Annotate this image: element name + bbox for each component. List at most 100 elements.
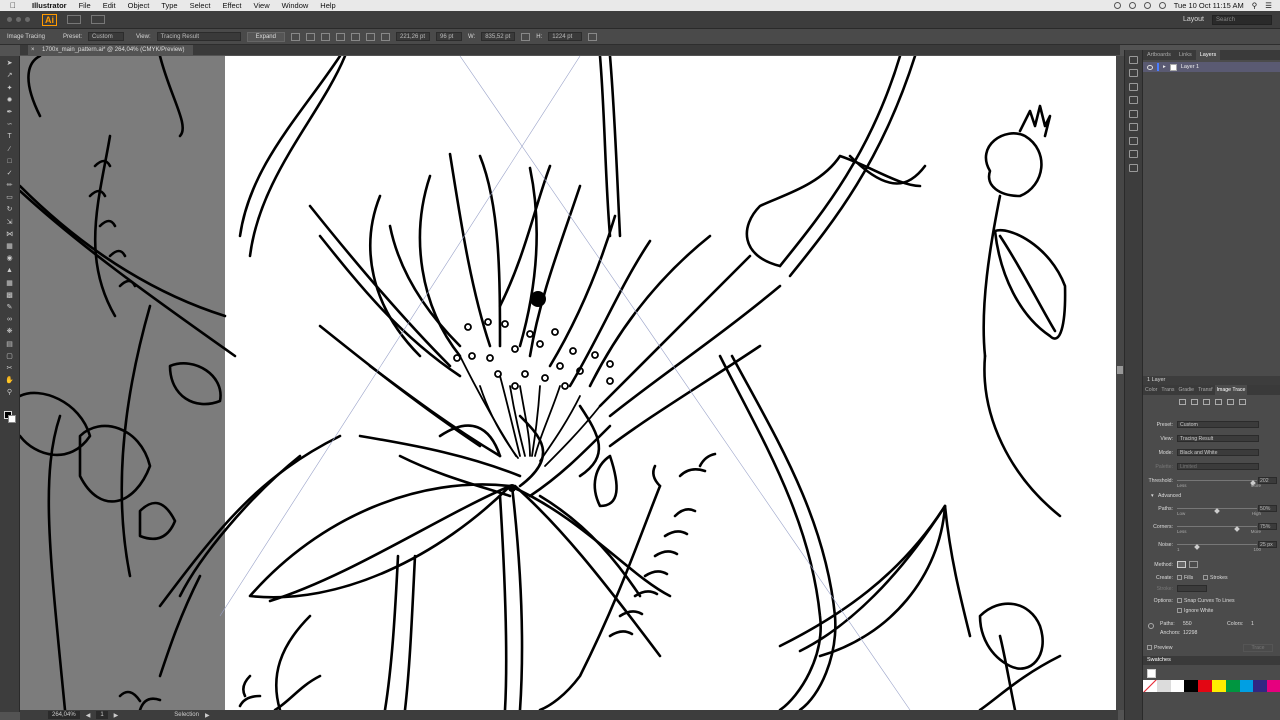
document-canvas[interactable] [20, 56, 1118, 710]
advanced-label[interactable]: Advanced [1158, 493, 1181, 499]
canvas-vertical-scrollbar[interactable] [1116, 56, 1124, 710]
swatch-cyan[interactable] [1239, 680, 1254, 692]
menu-edit[interactable]: Edit [103, 1, 116, 10]
artboard-next-icon[interactable]: ▶ [114, 712, 119, 719]
trace-mode-select[interactable]: Black and White [1177, 449, 1259, 456]
volume-icon[interactable] [1158, 2, 1166, 9]
constrain-proportions-icon[interactable] [521, 32, 531, 41]
swatch-blue[interactable] [1253, 680, 1268, 692]
workspace-switcher[interactable]: Layout [1183, 16, 1204, 23]
visibility-eye-icon[interactable] [1147, 64, 1153, 70]
selection-tool-icon[interactable]: ➤ [4, 59, 16, 68]
method-abutting-icon[interactable] [1177, 561, 1186, 568]
width-field[interactable]: 835,52 pt [481, 32, 516, 41]
expand-button[interactable]: Expand [246, 31, 285, 42]
swatch-yellow[interactable] [1211, 680, 1226, 692]
notifications-icon[interactable]: ☰ [1265, 1, 1272, 10]
align-middle-icon[interactable] [350, 32, 360, 41]
artboard-prev-icon[interactable]: ◀ [86, 712, 91, 719]
align-bottom-icon[interactable] [365, 32, 375, 41]
properties-icon[interactable] [1129, 55, 1138, 64]
perspective-grid-tool-icon[interactable]: ▲ [4, 266, 16, 275]
rotate-tool-icon[interactable]: ↻ [4, 205, 16, 214]
brushes-icon[interactable] [1129, 96, 1138, 104]
pathfinder-icon[interactable] [1129, 163, 1138, 172]
advanced-toggle-row[interactable]: ▾ Advanced [1143, 492, 1280, 501]
type-tool-icon[interactable]: T [4, 132, 16, 141]
mesh-tool-icon[interactable]: ▦ [4, 279, 16, 288]
preview-checkbox[interactable]: Preview [1147, 645, 1172, 651]
align-right-icon[interactable] [320, 32, 330, 41]
menu-effect[interactable]: Effect [222, 1, 241, 10]
menu-view[interactable]: View [253, 1, 269, 10]
apple-icon[interactable]:  [10, 1, 20, 10]
trace-view-select[interactable]: Tracing Result [1177, 435, 1259, 442]
tab-image-trace[interactable]: Image Trace [1214, 385, 1248, 395]
swatch-black[interactable] [1184, 680, 1199, 692]
pencil-tool-icon[interactable]: ✏ [4, 181, 16, 190]
curvature-tool-icon[interactable]: ∽ [4, 120, 16, 129]
create-strokes-checkbox[interactable]: Strokes [1203, 575, 1228, 581]
search-adobe-stock-input[interactable]: Search [1212, 14, 1272, 25]
blend-tool-icon[interactable]: ∞ [4, 315, 16, 324]
close-tab-icon[interactable]: × [31, 45, 35, 55]
zoom-level-field[interactable]: 264,04% [48, 711, 80, 719]
shape-builder-tool-icon[interactable]: ◉ [4, 254, 16, 263]
menu-app-name[interactable]: Illustrator [32, 1, 67, 10]
swatch-registration[interactable] [1156, 680, 1171, 692]
align-center-icon[interactable] [305, 32, 315, 41]
minimize-window-button[interactable] [16, 17, 21, 22]
artboard-tool-icon[interactable]: ▢ [4, 352, 16, 361]
corners-slider[interactable] [1177, 526, 1257, 532]
fill-stroke-control[interactable] [4, 411, 16, 423]
zoom-window-button[interactable] [25, 17, 30, 22]
trace-preset-select[interactable]: Custom [1177, 421, 1259, 428]
appearance-icon[interactable] [1129, 136, 1138, 145]
ignore-white-checkbox[interactable]: Ignore White [1177, 608, 1213, 614]
transform-icon[interactable] [588, 32, 598, 41]
libraries-icon[interactable] [1129, 82, 1138, 91]
snap-curves-checkbox[interactable]: Snap Curves To Lines [1177, 598, 1235, 604]
spotlight-icon[interactable]: ⚲ [1252, 1, 1258, 10]
y-position-field[interactable]: 96 pt [435, 32, 462, 41]
tab-artboards[interactable]: Artboards [1143, 52, 1175, 58]
gradient-tool-icon[interactable]: ▩ [4, 291, 16, 300]
direct-selection-tool-icon[interactable]: ↗ [4, 71, 16, 80]
advanced-disclosure-icon[interactable]: ▾ [1151, 493, 1154, 499]
scale-tool-icon[interactable]: ⇲ [4, 218, 16, 227]
align-top-icon[interactable] [335, 32, 345, 41]
eraser-tool-icon[interactable]: ▭ [4, 193, 16, 202]
width-tool-icon[interactable]: ⋈ [4, 230, 16, 239]
tab-color[interactable]: Color [1143, 387, 1159, 393]
swatch-white[interactable] [1170, 680, 1185, 692]
grayscale-icon[interactable] [1214, 399, 1222, 405]
free-transform-tool-icon[interactable]: ▦ [4, 242, 16, 251]
noise-slider[interactable] [1177, 544, 1257, 550]
paths-slider[interactable] [1177, 508, 1257, 514]
align-panel-icon[interactable] [1129, 150, 1138, 158]
menu-help[interactable]: Help [320, 1, 335, 10]
align-left-icon[interactable] [290, 32, 300, 41]
create-fills-checkbox[interactable]: Fills [1177, 575, 1193, 581]
tab-links[interactable]: Links [1175, 52, 1196, 58]
menu-file[interactable]: File [79, 1, 91, 10]
current-tool-status[interactable]: Selection [174, 712, 199, 718]
threshold-slider[interactable] [1177, 480, 1257, 486]
creative-cloud-icon[interactable] [1113, 2, 1121, 9]
menu-object[interactable]: Object [128, 1, 150, 10]
sync-icon[interactable] [1128, 2, 1136, 9]
low-color-icon[interactable] [1202, 399, 1210, 405]
symbol-sprayer-tool-icon[interactable]: ❋ [4, 327, 16, 336]
close-window-button[interactable] [7, 17, 12, 22]
wifi-icon[interactable] [1143, 2, 1151, 9]
lasso-tool-icon[interactable]: ✹ [4, 96, 16, 105]
bridge-button[interactable] [67, 15, 81, 24]
black-white-icon[interactable] [1226, 399, 1234, 405]
traced-artwork[interactable] [20, 56, 1118, 710]
column-graph-tool-icon[interactable]: ▤ [4, 340, 16, 349]
menu-window[interactable]: Window [282, 1, 309, 10]
paths-slider-knob[interactable] [1214, 508, 1220, 514]
corners-slider-knob[interactable] [1234, 526, 1240, 532]
color-guide-icon[interactable] [1129, 69, 1138, 77]
control-preset-select[interactable]: Custom [88, 32, 125, 41]
